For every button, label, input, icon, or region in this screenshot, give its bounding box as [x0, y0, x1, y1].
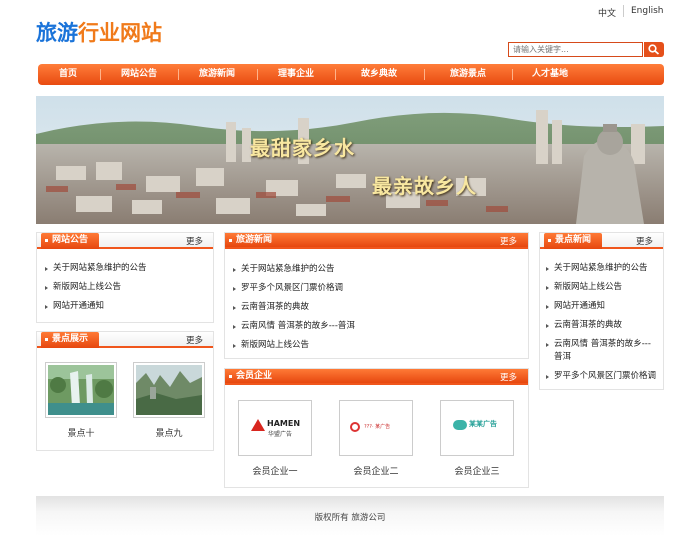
- list-item[interactable]: 新版网站上线公告: [45, 281, 147, 300]
- list-item[interactable]: 网站开通通知: [546, 300, 656, 319]
- list-item[interactable]: 罗平多个风景区门票价格调: [546, 370, 656, 389]
- member-companies-panel: 会员企业 更多 HAMEN 华盟广告 会员企业一 ???· 某广告 会员企业二 …: [224, 368, 529, 488]
- member-caption[interactable]: 会员企业三: [440, 464, 514, 477]
- nav-divider: [178, 69, 179, 80]
- logo-text: ???· 某广告: [364, 424, 391, 430]
- list-item[interactable]: 关于网站紧急维护的公告: [546, 262, 656, 281]
- scenic-caption[interactable]: 景点九: [133, 426, 205, 439]
- logo-text: 某某广告: [469, 420, 497, 428]
- panel-header: 网站公告 更多: [37, 233, 213, 249]
- list-item-text: 普洱: [554, 352, 572, 362]
- panel-title: 会员企业: [225, 369, 285, 385]
- scenic-thumbnail[interactable]: [133, 362, 205, 418]
- lang-chinese-link[interactable]: 中文: [598, 6, 616, 19]
- panel-header: 会员企业 更多: [225, 369, 528, 385]
- list-item[interactable]: 新版网站上线公告: [233, 339, 355, 358]
- announcement-list: 关于网站紧急维护的公告 新版网站上线公告 网站开通通知: [45, 262, 147, 319]
- announcements-panel: 网站公告 更多 关于网站紧急维护的公告 新版网站上线公告 网站开通通知: [36, 232, 214, 323]
- main-nav: 首页 网站公告 旅游新闻 理事企业 故乡典故 旅游景点 人才基地: [38, 64, 664, 85]
- waterfall-photo: [48, 365, 114, 415]
- nav-divider: [257, 69, 258, 80]
- member-caption[interactable]: 会员企业二: [339, 464, 413, 477]
- logo-subtext: 华盟广告: [268, 431, 293, 438]
- member-logo-hamen[interactable]: HAMEN 华盟广告: [238, 400, 312, 456]
- hamen-logo-icon: [251, 419, 265, 431]
- member-logo-3[interactable]: 某某广告: [440, 400, 514, 456]
- member-caption[interactable]: 会员企业一: [238, 464, 312, 477]
- panel-title: 网站公告: [41, 233, 99, 249]
- circle-logo-icon: [350, 422, 360, 432]
- news-list: 关于网站紧急维护的公告 罗平多个风景区门票价格调 云南普洱茶的典故 云南风情 普…: [233, 263, 355, 358]
- panel-title: 旅游新闻: [225, 233, 285, 249]
- nav-divider: [335, 69, 336, 80]
- nav-divider: [100, 69, 101, 80]
- list-item[interactable]: 云南风情 普洱茶的故乡---普洱: [233, 320, 355, 339]
- panel-header: 景点展示 更多: [37, 332, 213, 348]
- member-logo-2[interactable]: ???· 某广告: [339, 400, 413, 456]
- more-link[interactable]: 更多: [186, 235, 203, 247]
- list-item[interactable]: 云南风情 普洱茶的故乡---: [546, 338, 656, 351]
- panel-title: 景点展示: [41, 332, 99, 348]
- site-logo[interactable]: 旅游行业网站: [36, 17, 162, 47]
- logo-text: HAMEN: [267, 419, 301, 428]
- footer: 版权所有 旅游公司: [36, 496, 664, 536]
- scenic-thumbnail[interactable]: [45, 362, 117, 418]
- panel-title: 景点新闻: [544, 233, 602, 249]
- nav-hometown-stories[interactable]: 故乡典故: [337, 64, 421, 85]
- banner-slogan-1: 最甜家乡水: [250, 136, 355, 160]
- lang-divider: [623, 5, 624, 17]
- list-item-continued: 普洱: [546, 351, 656, 370]
- list-item[interactable]: 罗平多个风景区门票价格调: [233, 282, 355, 301]
- lang-english-link[interactable]: English: [631, 6, 664, 16]
- copyright-text: 版权所有 旅游公司: [314, 513, 386, 523]
- list-item[interactable]: 云南普洱茶的典故: [546, 319, 656, 338]
- list-item[interactable]: 新版网站上线公告: [546, 281, 656, 300]
- more-link[interactable]: 更多: [186, 334, 203, 346]
- list-item[interactable]: 网站开通通知: [45, 300, 147, 319]
- nav-talent-base[interactable]: 人才基地: [514, 64, 586, 85]
- nav-directors[interactable]: 理事企业: [259, 64, 333, 85]
- scenic-show-panel: 景点展示 更多 景点十 景点九: [36, 331, 214, 451]
- travel-news-panel: 旅游新闻 更多 关于网站紧急维护的公告 罗平多个风景区门票价格调 云南普洱茶的典…: [224, 232, 529, 359]
- nav-announcements[interactable]: 网站公告: [102, 64, 176, 85]
- list-item[interactable]: 关于网站紧急维护的公告: [233, 263, 355, 282]
- search-input[interactable]: [508, 42, 643, 57]
- scenic-news-list: 关于网站紧急维护的公告 新版网站上线公告 网站开通通知 云南普洱茶的典故 云南风…: [546, 262, 656, 389]
- hero-banner: 最甜家乡水 最亲故乡人: [36, 96, 664, 224]
- nav-divider: [512, 69, 513, 80]
- search-button[interactable]: [644, 42, 664, 57]
- scenic-caption[interactable]: 景点十: [45, 426, 117, 439]
- mountain-photo: [136, 365, 202, 415]
- logo-text-secondary: 行业网站: [78, 21, 162, 45]
- scenic-news-panel: 景点新闻 更多 关于网站紧急维护的公告 新版网站上线公告 网站开通通知 云南普洱…: [539, 232, 664, 390]
- more-link[interactable]: 更多: [636, 235, 653, 247]
- cloud-logo-icon: [453, 420, 467, 430]
- nav-travel-news[interactable]: 旅游新闻: [180, 64, 254, 85]
- magnifier-icon: [648, 44, 660, 55]
- banner-slogan-2: 最亲故乡人: [372, 174, 477, 198]
- list-item[interactable]: 关于网站紧急维护的公告: [45, 262, 147, 281]
- nav-scenic-spots[interactable]: 旅游景点: [426, 64, 510, 85]
- panel-header: 景点新闻 更多: [540, 233, 663, 249]
- nav-home[interactable]: 首页: [38, 64, 98, 85]
- panel-header: 旅游新闻 更多: [225, 233, 528, 249]
- logo-text-primary: 旅游: [36, 21, 78, 45]
- nav-divider: [424, 69, 425, 80]
- more-link[interactable]: 更多: [500, 235, 517, 247]
- list-item[interactable]: 云南普洱茶的典故: [233, 301, 355, 320]
- more-link[interactable]: 更多: [500, 371, 517, 383]
